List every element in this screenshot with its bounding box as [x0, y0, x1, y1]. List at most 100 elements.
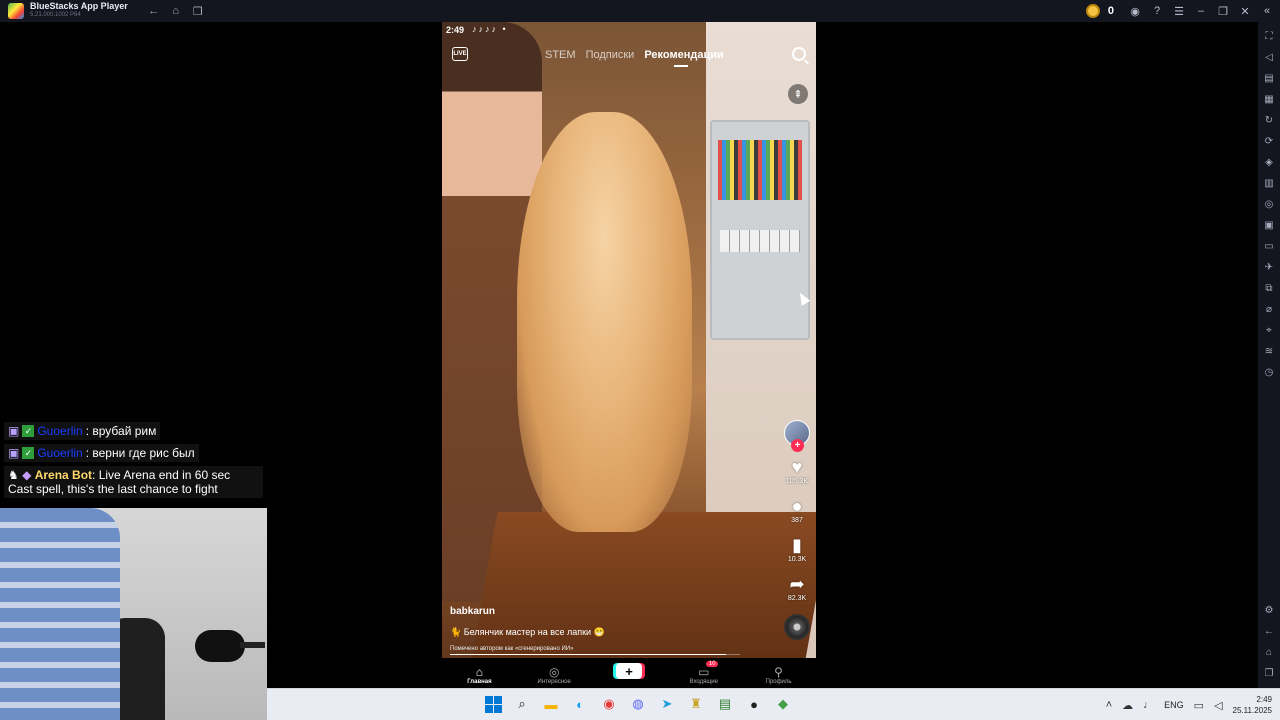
language-indicator[interactable]: ENG [1164, 700, 1184, 710]
media-folder-icon[interactable]: ▭ [1262, 240, 1276, 254]
network-app-icon[interactable]: ☁ [1122, 699, 1133, 712]
app-icon[interactable]: ♜ [685, 693, 707, 715]
install-apk-icon[interactable]: ✈ [1262, 261, 1276, 275]
arena-bot-message: ♞ ◆ Arena Bot: Live Arena end in 60 sec … [4, 466, 263, 498]
share-count: 82.3K [787, 595, 807, 602]
keyboard-icon[interactable]: ▤ [1262, 72, 1276, 86]
chat-nick: Guoerlin [37, 424, 83, 438]
volume-icon[interactable]: ◁ [1262, 51, 1276, 65]
tab-stem[interactable]: STEM [545, 49, 576, 61]
tab-for-you[interactable]: Рекомендации [644, 49, 724, 67]
eco-mode-icon[interactable]: ⌀ [1262, 303, 1276, 317]
video-progress-bar[interactable] [450, 654, 740, 655]
save-action[interactable]: ▮ 10.3K [788, 536, 806, 563]
bot-text-2: Cast spell, this's the last chance to fi… [8, 482, 218, 496]
app-version: 5.21.000.1002 P64 [30, 12, 81, 18]
telegram-icon[interactable]: ➤ [656, 693, 678, 715]
back-icon[interactable]: ← [146, 3, 162, 19]
layers-icon[interactable]: ≋ [1262, 345, 1276, 359]
instance-manager-icon[interactable]: ◷ [1262, 366, 1276, 380]
app-window-icon[interactable]: ▤ [714, 693, 736, 715]
location-icon[interactable]: ⌖ [1262, 324, 1276, 338]
heart-icon[interactable]: ♥ [792, 458, 803, 476]
verified-check-icon: ✓ [22, 447, 35, 459]
comment-action[interactable]: ● 387 [791, 497, 803, 524]
android-back-icon[interactable]: ← [1262, 625, 1276, 639]
coin-icon[interactable] [1085, 4, 1100, 18]
menu-icon[interactable]: ☰ [1172, 4, 1186, 18]
video-progress-fill [450, 654, 726, 655]
chat-text: : верни где рис был [85, 446, 195, 460]
obs-icon[interactable]: ● [743, 693, 765, 715]
compass-icon: ◎ [548, 665, 560, 679]
tiktok-top-nav: 2:49 ♪♪♪♪ • LIVE STEM Подписки Рекоменда… [442, 22, 816, 82]
settings-icon[interactable]: ⚙ [1262, 604, 1276, 618]
macro-icon[interactable]: ◈ [1262, 156, 1276, 170]
chat-message: ▣ ✓ Guoerlin : врубай рим [4, 422, 161, 440]
restore-icon[interactable]: ❐ [1216, 4, 1230, 18]
music-disc-icon[interactable] [784, 614, 810, 640]
clock-date: 25.11.2025 [1232, 706, 1272, 715]
bot-icon: ♞ [8, 468, 19, 482]
file-explorer-icon[interactable]: ▬ [540, 693, 562, 715]
tiktok-screen[interactable]: 2:49 ♪♪♪♪ • LIVE STEM Подписки Рекоменда… [442, 22, 816, 688]
webcam-feed [0, 508, 267, 720]
share-icon[interactable]: ➦ [789, 575, 804, 593]
clock[interactable]: 2:49 25.11.2025 [1233, 694, 1272, 716]
rotate-icon[interactable]: ↻ [1262, 114, 1276, 128]
files-icon[interactable]: ⧉ [1262, 282, 1276, 296]
multi-instance-icon[interactable]: ❐ [190, 3, 206, 19]
fullscreen-icon[interactable]: ⛶ [1262, 30, 1276, 44]
status-time: 2:49 [446, 25, 465, 35]
video-electrical-panel [710, 120, 810, 340]
speaker-icon[interactable]: ◁ [1214, 699, 1222, 712]
monitor-icon[interactable]: ▭ [1194, 699, 1204, 712]
tab-following[interactable]: Подписки [586, 49, 635, 61]
nav-home[interactable]: ⌂ Главная [449, 665, 509, 685]
chrome-icon[interactable]: ◉ [598, 693, 620, 715]
chevron-up-icon[interactable]: ˄ [1106, 699, 1112, 711]
record-icon[interactable]: ▣ [1262, 219, 1276, 233]
gamepad-icon[interactable]: ▦ [1262, 93, 1276, 107]
bookmark-icon[interactable]: ▮ [792, 536, 802, 554]
bluestacks-taskbar-icon[interactable]: ◆ [772, 693, 794, 715]
close-icon[interactable]: ✕ [1238, 4, 1252, 18]
search-icon[interactable]: ⌕ [511, 693, 533, 715]
sync-icon[interactable]: ⟳ [1262, 135, 1276, 149]
nav-inbox-label: Входящие [689, 679, 718, 685]
live-icon[interactable]: LIVE [452, 47, 468, 61]
profile-icon: ⚲ [774, 665, 783, 679]
android-home-icon[interactable]: ⌂ [1262, 646, 1276, 660]
creator-avatar[interactable]: + [784, 420, 810, 452]
android-recents-icon[interactable]: ❐ [1262, 667, 1276, 681]
screenshot-icon[interactable]: ◎ [1262, 198, 1276, 212]
nav-discover[interactable]: ◎ Интересное [524, 665, 584, 685]
nav-inbox[interactable]: ▭ 10 Входящие [674, 661, 734, 685]
start-icon[interactable] [482, 693, 504, 715]
screen: BlueStacks App Player 5.21.000.1002 P64 … [0, 0, 1280, 720]
collapse-sidebar-icon[interactable]: « [1260, 4, 1274, 18]
like-action[interactable]: ♥ 105.3K [786, 458, 808, 485]
home-icon[interactable]: ⌂ [168, 3, 184, 19]
bluestacks-logo-icon [8, 3, 24, 19]
search-icon[interactable] [792, 47, 806, 61]
share-action[interactable]: ➦ 82.3K [788, 575, 806, 602]
discord-icon[interactable]: ◍ [627, 693, 649, 715]
status-notification-icons: ♪♪♪♪ • [472, 24, 508, 34]
nav-profile[interactable]: ⚲ Профиль [749, 665, 809, 685]
video-description[interactable]: 🐈 Белянчик мастер на все лапки 😁 [450, 627, 750, 638]
minimize-icon[interactable]: – [1194, 4, 1208, 18]
follow-plus-icon[interactable]: + [791, 439, 804, 452]
twitch-icon: ▣ [8, 424, 20, 438]
performance-icon[interactable]: ▥ [1262, 177, 1276, 191]
pin-icon[interactable]: ⇞ [788, 84, 808, 104]
account-icon[interactable]: ◉ [1128, 4, 1142, 18]
video-username[interactable]: babkarun [450, 606, 750, 617]
create-icon[interactable]: + [615, 663, 642, 679]
help-icon[interactable]: ? [1150, 4, 1164, 18]
nav-create[interactable]: + [599, 663, 659, 685]
microphone-tray-icon[interactable]: ♩ [1143, 699, 1154, 711]
edge-icon[interactable]: ◐ [569, 693, 591, 715]
taskbar-apps: ⌕ ▬ ◐ ◉ ◍ ➤ ♜ ▤ ● ◆ [482, 693, 794, 715]
comment-icon[interactable]: ● [792, 497, 803, 515]
